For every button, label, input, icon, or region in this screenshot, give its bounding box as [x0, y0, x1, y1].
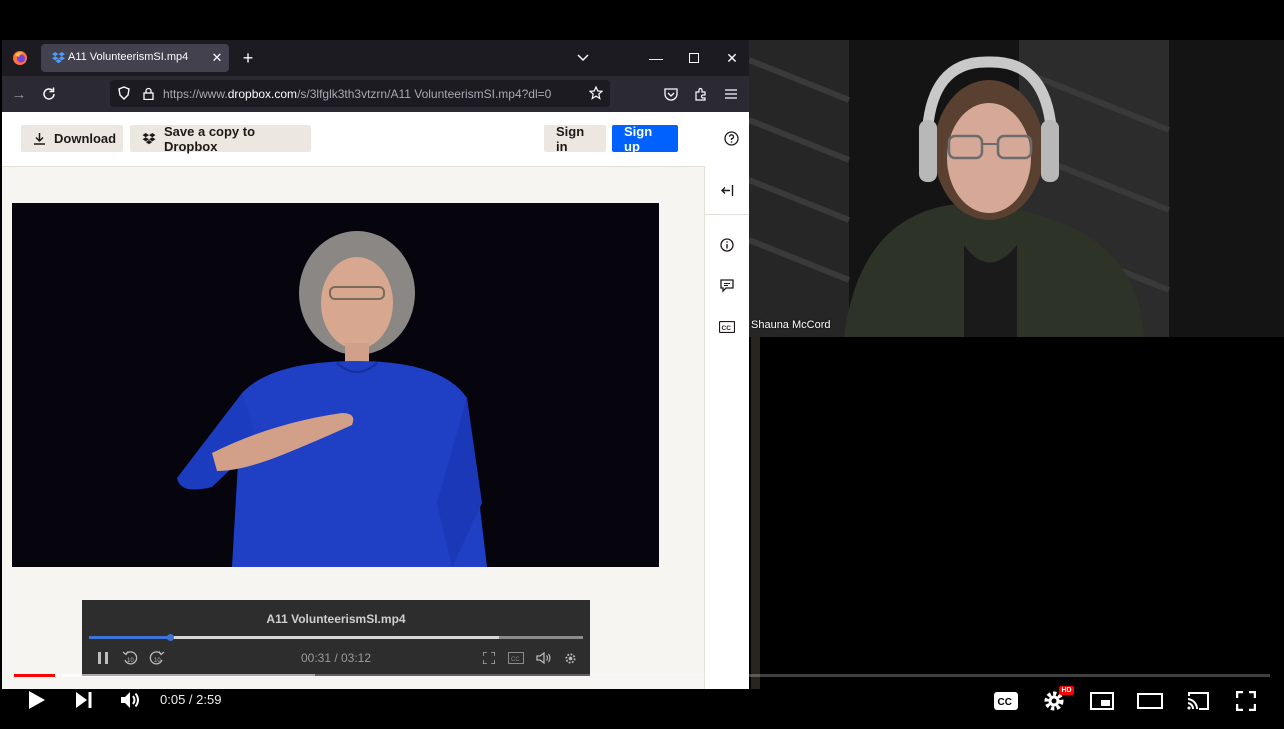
comment-icon[interactable] — [717, 276, 737, 296]
forward-arrow-icon[interactable]: → — [10, 85, 28, 103]
hd-badge: HD — [1059, 686, 1074, 695]
extensions-icon[interactable] — [692, 85, 710, 103]
url-bar[interactable]: https://www.dropbox.com/s/3lfglk3th3vtzr… — [110, 80, 610, 107]
cast-button[interactable] — [1184, 688, 1212, 714]
navigation-toolbar: → https://www.dropbox.com/s/3lfglk3th3vt… — [2, 76, 749, 112]
webcam-tile — [749, 40, 1284, 337]
list-tabs-chevron-icon[interactable] — [574, 49, 592, 67]
svg-text:CC: CC — [511, 657, 520, 663]
sign-in-label: Sign in — [556, 123, 585, 154]
sign-up-label: Sign up — [624, 123, 653, 154]
player-played-bar — [89, 636, 170, 639]
minimize-window-button[interactable]: — — [646, 48, 666, 68]
tab-title: A11 VolunteerismSI.mp4 — [68, 51, 189, 63]
svg-text:CC: CC — [722, 325, 732, 332]
captions-icon[interactable]: CC — [508, 651, 524, 665]
theater-mode-button[interactable] — [1136, 688, 1164, 714]
firefox-logo-icon — [12, 50, 28, 66]
save-to-dropbox-button[interactable]: Save a copy to Dropbox — [130, 123, 311, 154]
url-domain: dropbox.com — [227, 87, 298, 101]
save-to-dropbox-label: Save a copy to Dropbox — [164, 123, 256, 154]
player-seek-bar[interactable] — [89, 634, 583, 641]
webcam-video-image — [749, 40, 1284, 337]
dropbox-header: Download Save a copy to Dropbox Sign in … — [2, 112, 749, 167]
download-icon — [33, 132, 46, 145]
dropbox-player-controls: A11 VolunteerismSI.mp4 10 10 00:31 / 03:… — [82, 600, 590, 676]
lock-icon[interactable] — [140, 85, 156, 101]
dropbox-favicon-icon — [51, 51, 65, 65]
help-icon[interactable] — [723, 130, 739, 146]
dropbox-video-frame[interactable] — [12, 203, 659, 567]
play-button[interactable] — [24, 687, 50, 713]
youtube-buffered-bar — [14, 674, 316, 677]
dropbox-page: Download Save a copy to Dropbox Sign in … — [2, 112, 749, 689]
reload-icon[interactable] — [40, 85, 58, 103]
app-menu-icon[interactable] — [722, 85, 740, 103]
rail-divider — [705, 214, 749, 215]
captions-panel-icon[interactable]: CC — [717, 317, 737, 337]
browser-tab[interactable]: A11 VolunteerismSI.mp4 ✕ — [41, 44, 229, 72]
settings-gear-icon[interactable] — [563, 651, 577, 665]
sign-up-button[interactable]: Sign up — [612, 123, 678, 154]
url-prefix: https://www. — [163, 87, 228, 101]
participant-name: Shauna McCord — [751, 319, 831, 331]
dropbox-side-rail: CC — [704, 166, 749, 689]
player-seek-handle[interactable] — [166, 634, 174, 641]
tab-bar: A11 VolunteerismSI.mp4 ✕ + — ✕ — [2, 40, 749, 76]
download-button[interactable]: Download — [21, 125, 123, 152]
bookmark-star-icon[interactable] — [588, 85, 604, 101]
sign-in-button[interactable]: Sign in — [544, 123, 606, 154]
volume-icon[interactable] — [536, 651, 552, 665]
signer-video-image — [12, 203, 659, 567]
youtube-time-display: 0:05 / 2:59 — [160, 692, 222, 707]
fullscreen-button[interactable] — [1232, 688, 1260, 714]
info-icon[interactable] — [717, 235, 737, 255]
youtube-progress-bar[interactable] — [14, 674, 1270, 677]
player-file-title: A11 VolunteerismSI.mp4 — [266, 612, 406, 626]
tracking-shield-icon[interactable] — [116, 85, 132, 101]
youtube-played-bar — [14, 674, 56, 677]
collapse-panel-icon[interactable] — [717, 180, 737, 200]
close-tab-icon[interactable]: ✕ — [209, 50, 225, 66]
miniplayer-button[interactable] — [1088, 688, 1116, 714]
side-strip — [751, 337, 760, 689]
url-path: /s/3lfglk3th3vtzrn/A11 VolunteerismSI.mp… — [297, 87, 552, 101]
fullscreen-icon[interactable] — [482, 651, 496, 665]
maximize-window-button[interactable] — [684, 48, 704, 68]
subtitles-button[interactable]: CC — [992, 688, 1020, 714]
browser-window: A11 VolunteerismSI.mp4 ✕ + — ✕ → https:/… — [2, 40, 749, 689]
volume-button[interactable] — [118, 687, 144, 713]
svg-text:CC: CC — [998, 697, 1012, 708]
dropbox-logo-icon — [142, 132, 156, 145]
close-window-button[interactable]: ✕ — [722, 48, 742, 68]
url-text: https://www.dropbox.com/s/3lfglk3th3vtzr… — [163, 87, 551, 101]
pocket-icon[interactable] — [662, 85, 680, 103]
new-tab-button[interactable]: + — [238, 48, 258, 68]
download-label: Download — [54, 131, 117, 146]
next-video-button[interactable] — [71, 687, 97, 713]
